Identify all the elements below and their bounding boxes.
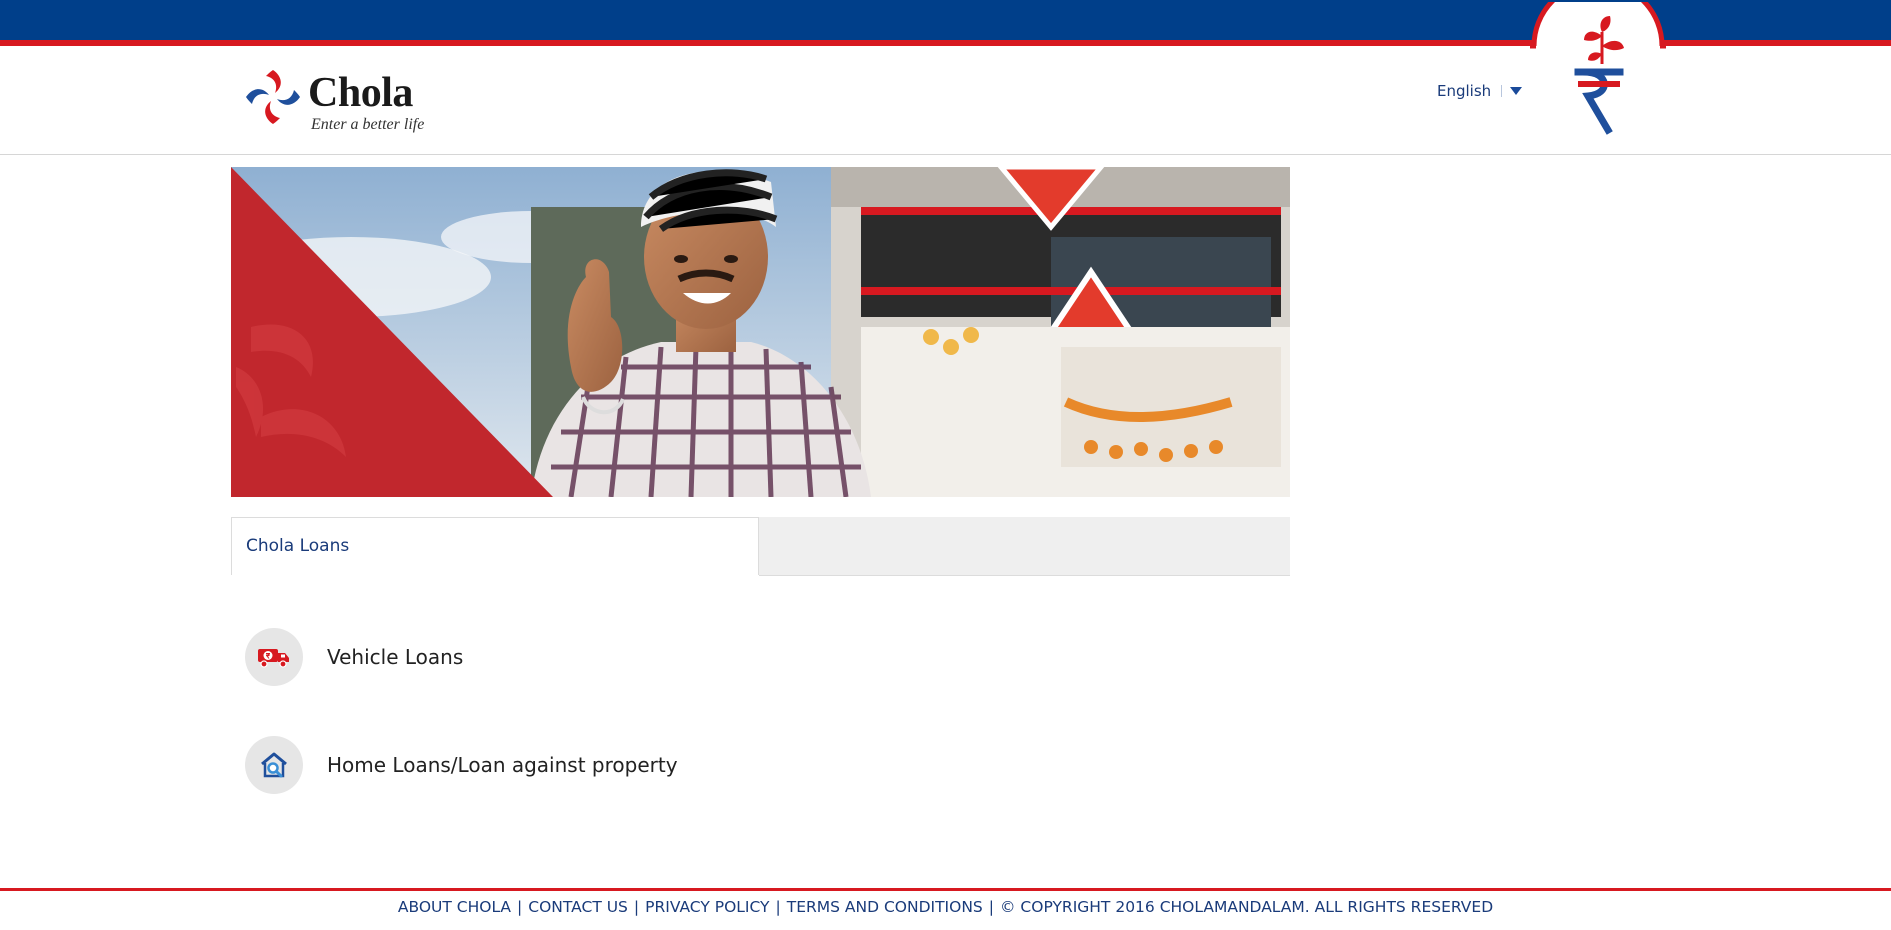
loan-item-vehicle[interactable]: Vehicle Loans	[245, 627, 463, 687]
chola-swirl-icon	[246, 70, 300, 124]
footer-link-privacy[interactable]: PRIVACY POLICY	[645, 898, 769, 916]
chevron-down-icon	[1510, 87, 1523, 95]
footer-red-line	[0, 888, 1891, 891]
footer-separator: |	[988, 898, 994, 916]
language-selector[interactable]: English	[1437, 80, 1523, 102]
footer-link-terms[interactable]: TERMS AND CONDITIONS	[787, 898, 983, 916]
language-separator	[1501, 85, 1503, 97]
language-label: English	[1437, 82, 1492, 100]
brand-name: Chola	[308, 70, 413, 116]
footer-link-about[interactable]: ABOUT CHOLA	[398, 898, 511, 916]
hero-banner	[231, 167, 1290, 497]
truck-rupee-icon	[258, 649, 289, 668]
footer-separator: |	[775, 898, 781, 916]
hero-image	[231, 167, 1290, 497]
tab-strip-empty	[759, 517, 1290, 576]
brand-tagline: Enter a better life	[311, 116, 425, 133]
loan-item-home-label: Home Loans/Loan against property	[327, 753, 678, 777]
footer-separator: |	[517, 898, 523, 916]
tab-chola-loans[interactable]: Chola Loans	[231, 517, 759, 575]
loan-item-vehicle-label: Vehicle Loans	[327, 645, 464, 669]
footer-copyright: © COPYRIGHT 2016 CHOLAMANDALAM. ALL RIGH…	[1000, 898, 1494, 916]
loan-item-home[interactable]: Home Loans/Loan against property	[245, 735, 678, 795]
footer-separator: |	[633, 898, 640, 916]
loan-icon-circle	[245, 628, 303, 686]
tab-chola-loans-label: Chola Loans	[246, 536, 350, 556]
loan-icon-circle	[245, 736, 303, 794]
footer-link-contact[interactable]: CONTACT US	[528, 898, 628, 916]
loan-tabs: Chola Loans	[231, 517, 1290, 576]
rupee-plant-icon	[1530, 2, 1666, 135]
home-search-icon	[261, 752, 287, 778]
footer: ABOUT CHOLA | CONTACT US | PRIVACY POLICY | TE…	[0, 898, 1891, 916]
chola-logo[interactable]: Chola Enter a better life	[242, 66, 442, 136]
